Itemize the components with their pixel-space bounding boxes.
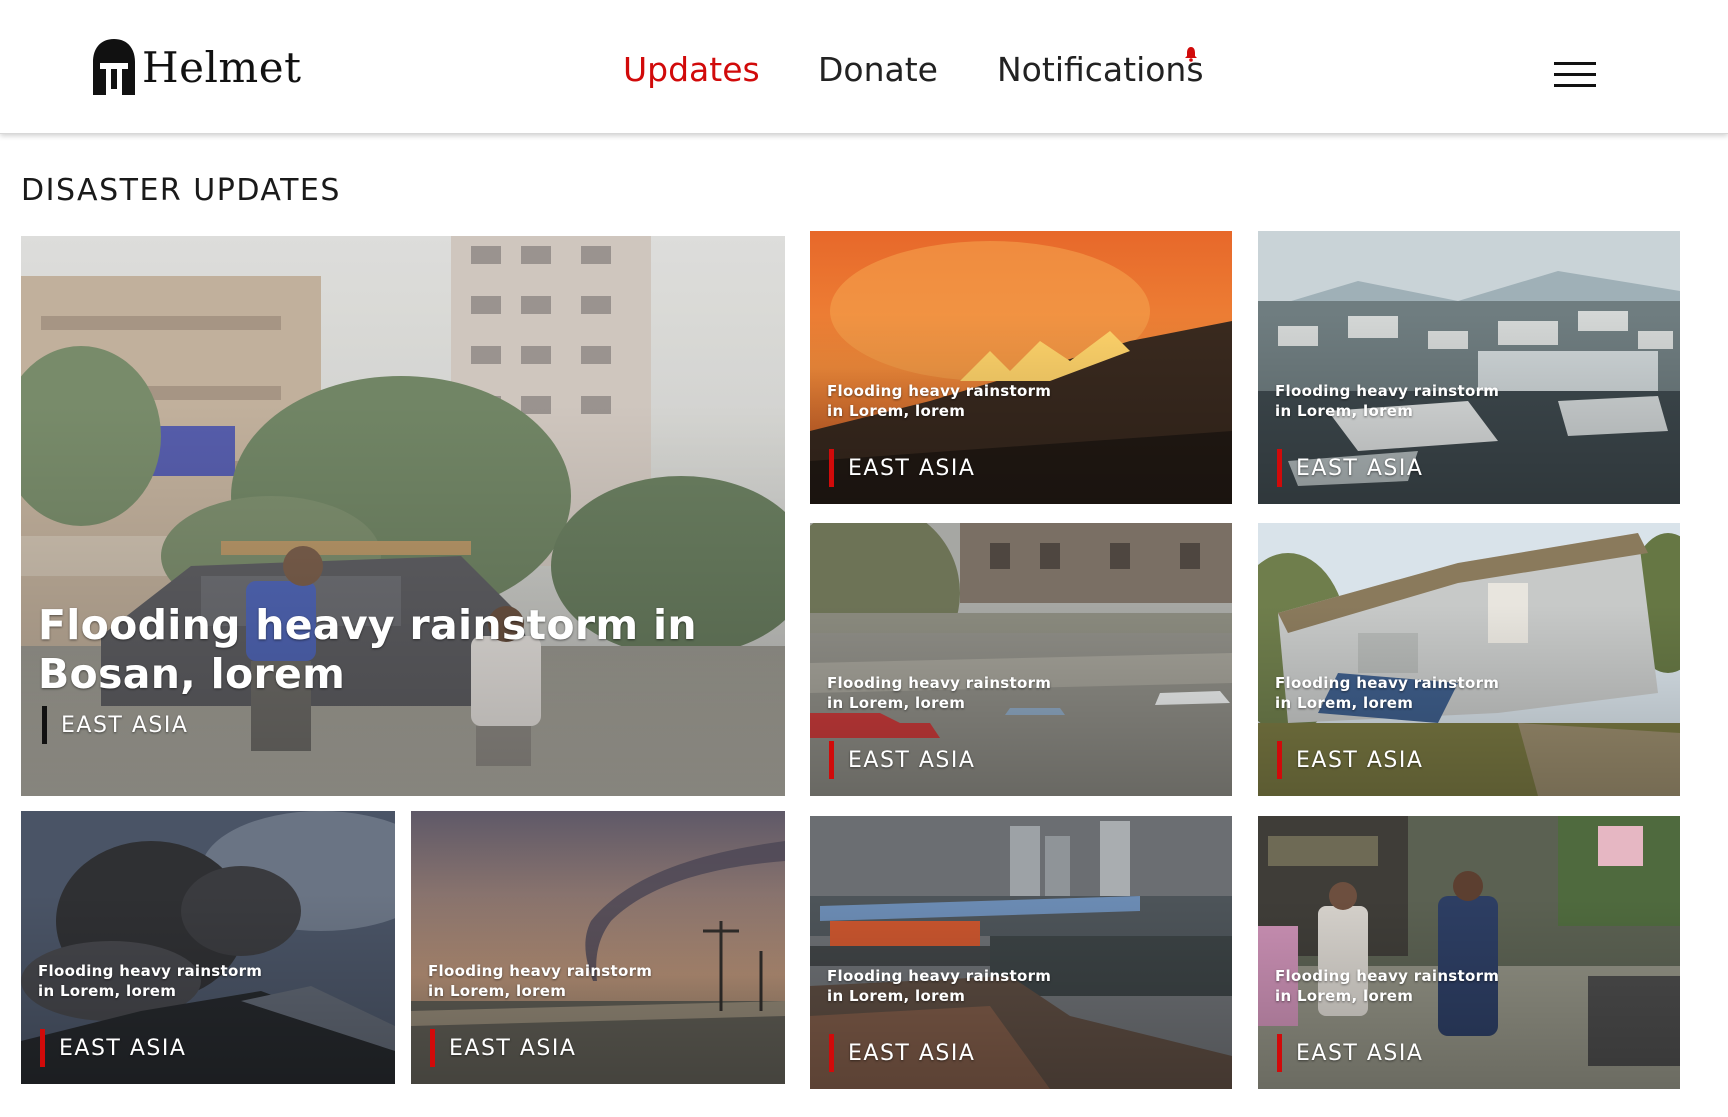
card-title: Flooding heavy rainstorm in Lorem, lorem: [827, 382, 1052, 420]
update-card[interactable]: Flooding heavy rainstorm in Lorem, lorem…: [1258, 231, 1680, 504]
logo-text: Helmet: [142, 42, 302, 92]
region-marker: [430, 1029, 435, 1067]
notification-bell-icon: [1185, 47, 1197, 62]
region-marker: [40, 1029, 45, 1067]
nav-donate-link[interactable]: Donate: [818, 50, 938, 89]
region-label: EAST ASIA: [61, 712, 189, 738]
region-marker: [1277, 449, 1282, 487]
update-card[interactable]: Flooding heavy rainstorm in Lorem, lorem…: [1258, 523, 1680, 796]
update-card[interactable]: Flooding heavy rainstorm in Lorem, lorem…: [1258, 816, 1680, 1089]
card-title: Flooding heavy rainstorm in Lorem, lorem: [428, 962, 653, 1000]
card-title: Flooding heavy rainstorm in Lorem, lorem: [1275, 674, 1500, 712]
card-title: Flooding heavy rainstorm in Lorem, lorem: [1275, 967, 1500, 1005]
region-marker: [829, 741, 834, 779]
update-card[interactable]: Flooding heavy rainstorm in Lorem, lorem…: [810, 231, 1232, 504]
region-label: EAST ASIA: [59, 1035, 187, 1061]
region-label: EAST ASIA: [1296, 747, 1424, 773]
region-marker: [42, 706, 47, 744]
update-card[interactable]: Flooding heavy rainstorm in Lorem, lorem…: [810, 523, 1232, 796]
region-tag: EAST ASIA: [40, 1029, 186, 1067]
top-navbar: Helmet Updates Donate Notifications: [0, 0, 1728, 134]
update-card[interactable]: Flooding heavy rainstorm in Lorem, lorem…: [810, 816, 1232, 1089]
region-tag: EAST ASIA: [42, 706, 188, 744]
region-label: EAST ASIA: [1296, 455, 1424, 481]
region-tag: EAST ASIA: [829, 1034, 975, 1072]
region-tag: EAST ASIA: [829, 741, 975, 779]
logo[interactable]: Helmet: [92, 37, 301, 97]
region-marker: [829, 1034, 834, 1072]
region-tag: EAST ASIA: [430, 1029, 576, 1067]
update-card[interactable]: Flooding heavy rainstorm in Lorem, lorem…: [21, 811, 395, 1084]
card-title: Flooding heavy rainstorm in Lorem, lorem: [827, 967, 1052, 1005]
region-label: EAST ASIA: [848, 1040, 976, 1066]
page-title: DISASTER UPDATES: [21, 173, 341, 208]
update-card[interactable]: Flooding heavy rainstorm in Lorem, lorem…: [411, 811, 785, 1084]
region-label: EAST ASIA: [848, 455, 976, 481]
featured-title: Flooding heavy rainstorm in Bosan, lorem: [38, 601, 697, 698]
region-tag: EAST ASIA: [829, 449, 975, 487]
card-title: Flooding heavy rainstorm in Lorem, lorem: [38, 962, 263, 1000]
hamburger-menu-icon[interactable]: [1554, 62, 1596, 88]
region-label: EAST ASIA: [449, 1035, 577, 1061]
region-marker: [1277, 1034, 1282, 1072]
region-tag: EAST ASIA: [1277, 741, 1423, 779]
nav-updates-link[interactable]: Updates: [623, 50, 760, 89]
nav-notifications-link[interactable]: Notifications: [997, 50, 1204, 89]
featured-update-card[interactable]: Flooding heavy rainstorm in Bosan, lorem…: [21, 236, 785, 796]
region-marker: [1277, 741, 1282, 779]
region-label: EAST ASIA: [1296, 1040, 1424, 1066]
region-tag: EAST ASIA: [1277, 1034, 1423, 1072]
region-marker: [829, 449, 834, 487]
region-label: EAST ASIA: [848, 747, 976, 773]
card-title: Flooding heavy rainstorm in Lorem, lorem: [1275, 382, 1500, 420]
card-title: Flooding heavy rainstorm in Lorem, lorem: [827, 674, 1052, 712]
helmet-icon: [93, 39, 135, 95]
region-tag: EAST ASIA: [1277, 449, 1423, 487]
